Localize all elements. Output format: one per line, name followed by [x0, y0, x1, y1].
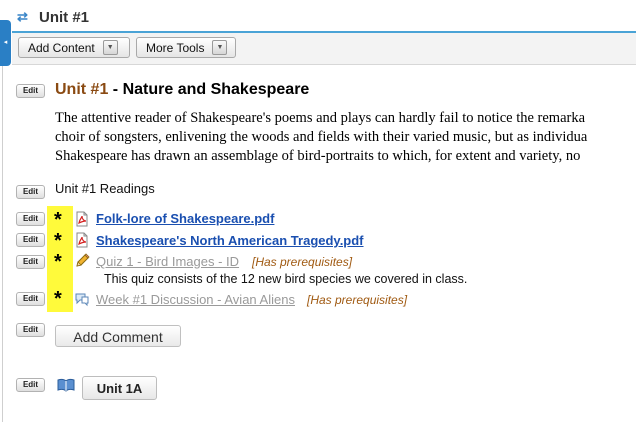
edit-button[interactable]: Edit [16, 84, 45, 98]
page-header: ⇄ Unit #1 [17, 6, 89, 28]
collapse-panel-tab[interactable]: ◂ [0, 20, 11, 66]
prerequisite-note: [Has prerequisites] [252, 255, 353, 269]
unit-heading-number: Unit #1 [55, 81, 109, 98]
prerequisite-note: [Has prerequisites] [307, 293, 408, 307]
add-content-label: Add Content [28, 40, 95, 55]
marker-star: * [54, 209, 62, 231]
add-content-button[interactable]: Add Content ▼ [18, 37, 130, 58]
marker-star: * [54, 251, 62, 273]
more-tools-label: More Tools [146, 40, 205, 55]
book-icon [57, 378, 75, 392]
marker-star: * [54, 230, 62, 252]
chevron-down-icon: ▼ [102, 40, 118, 55]
subunit-button[interactable]: Unit 1A [82, 376, 157, 400]
edit-button[interactable]: Edit [16, 378, 45, 392]
chevron-down-icon: ▼ [212, 40, 228, 55]
edit-button[interactable]: Edit [16, 185, 45, 199]
quiz-description: This quiz consists of the 12 new bird sp… [104, 272, 468, 286]
item-link[interactable]: Shakespeare's North American Tragedy.pdf [96, 233, 364, 248]
add-comment-button[interactable]: Add Comment [55, 325, 181, 347]
page-title: Unit #1 [39, 8, 90, 26]
refresh-icon[interactable]: ⇄ [17, 10, 31, 24]
pdf-icon [76, 211, 88, 227]
edit-button[interactable]: Edit [16, 255, 45, 269]
pencil-icon [76, 253, 90, 267]
edit-button[interactable]: Edit [16, 233, 45, 247]
description-line: choir of songsters, enlivening the woods… [55, 129, 588, 145]
toolbar: Add Content ▼ More Tools ▼ [12, 33, 636, 65]
discussion-icon [75, 293, 89, 307]
marker-star: * [54, 288, 62, 310]
unit-heading: Unit #1 - Nature and Shakespeare [55, 81, 309, 99]
pdf-icon [76, 232, 88, 248]
description-line: Shakespeare has drawn an assemblage of b… [55, 148, 581, 164]
readings-label: Unit #1 Readings [55, 181, 155, 196]
description-line: The attentive reader of Shakespeare's po… [55, 110, 586, 126]
item-link[interactable]: Quiz 1 - Bird Images - ID [96, 254, 239, 269]
unit-description: The attentive reader of Shakespeare's po… [55, 109, 636, 166]
unit-heading-title: - Nature and Shakespeare [108, 81, 310, 98]
more-tools-button[interactable]: More Tools ▼ [136, 37, 236, 58]
left-divider [2, 66, 3, 422]
edit-button[interactable]: Edit [16, 292, 45, 306]
item-link[interactable]: Folk-lore of Shakespeare.pdf [96, 211, 274, 226]
item-link[interactable]: Week #1 Discussion - Avian Aliens [96, 292, 295, 307]
edit-button[interactable]: Edit [16, 323, 45, 337]
edit-button[interactable]: Edit [16, 212, 45, 226]
course-unit-page: ◂ ⇄ Unit #1 Add Content ▼ More Tools ▼ E… [0, 0, 636, 422]
